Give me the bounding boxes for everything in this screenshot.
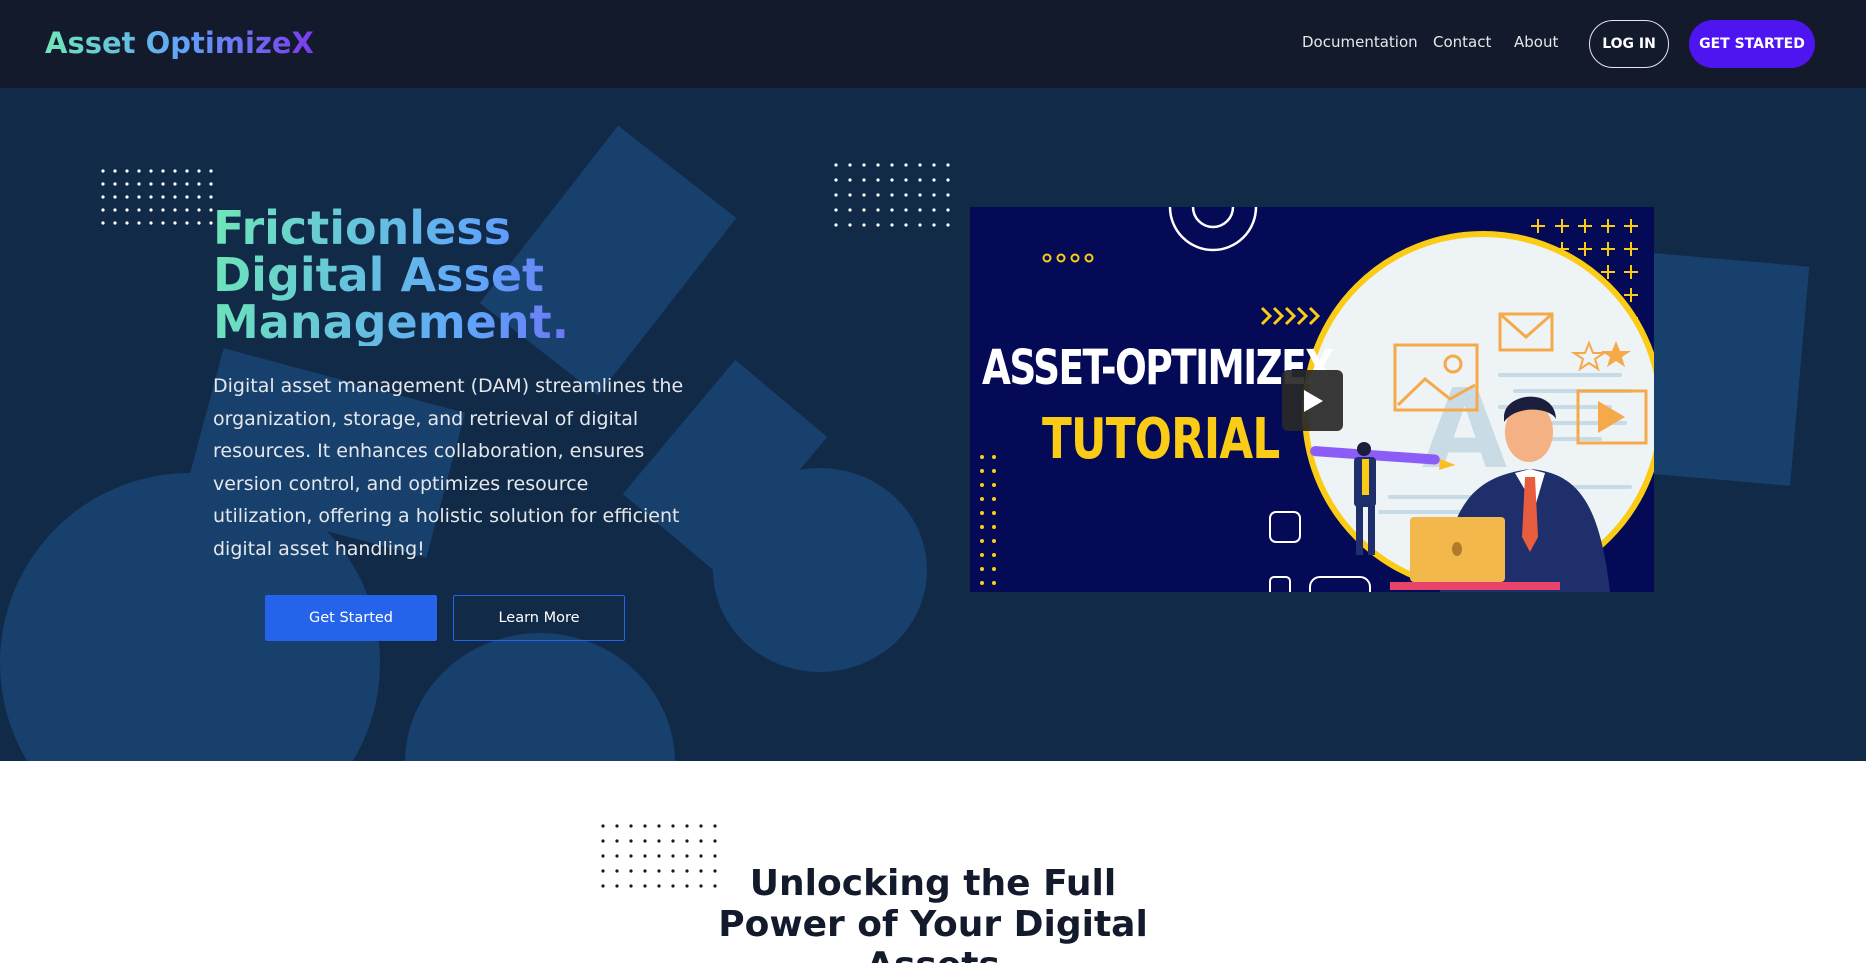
- svg-text:A: A: [1422, 365, 1507, 493]
- video-title-line1: ASSET-OPTIMIZEX: [982, 340, 1334, 396]
- play-icon: [1303, 389, 1323, 412]
- dot-grid: [101, 169, 213, 225]
- get-started-button[interactable]: Get Started: [265, 595, 437, 641]
- bg-shape-circle: [713, 468, 927, 672]
- login-button[interactable]: LOG IN: [1589, 20, 1669, 68]
- video-title-line2: TUTORIAL: [1042, 407, 1280, 472]
- brand-logo[interactable]: Asset OptimizeX: [45, 26, 314, 60]
- get-started-nav-button[interactable]: GET STARTED: [1689, 20, 1815, 68]
- dot-grid: [834, 163, 950, 227]
- section-title: Unlocking the Full Power of Your Digital…: [718, 863, 1148, 963]
- features-section: Unlocking the Full Power of Your Digital…: [0, 761, 1866, 963]
- hero-description: Digital asset management (DAM) streamlin…: [213, 375, 684, 560]
- nav-link-contact[interactable]: Contact: [1433, 33, 1491, 51]
- nav-link-about[interactable]: About: [1514, 33, 1558, 51]
- bg-shape-circle: [405, 633, 675, 761]
- play-button[interactable]: [1282, 370, 1343, 431]
- learn-more-button[interactable]: Learn More: [453, 595, 625, 641]
- hero-title: Frictionless Digital Asset Management.: [213, 205, 693, 346]
- nav-link-documentation[interactable]: Documentation: [1302, 33, 1418, 51]
- tutorial-video-thumbnail[interactable]: A ASSET-OPTIMIZEX TUTORIAL: [970, 207, 1654, 592]
- top-navbar: Asset OptimizeX Documentation Contact Ab…: [0, 0, 1866, 88]
